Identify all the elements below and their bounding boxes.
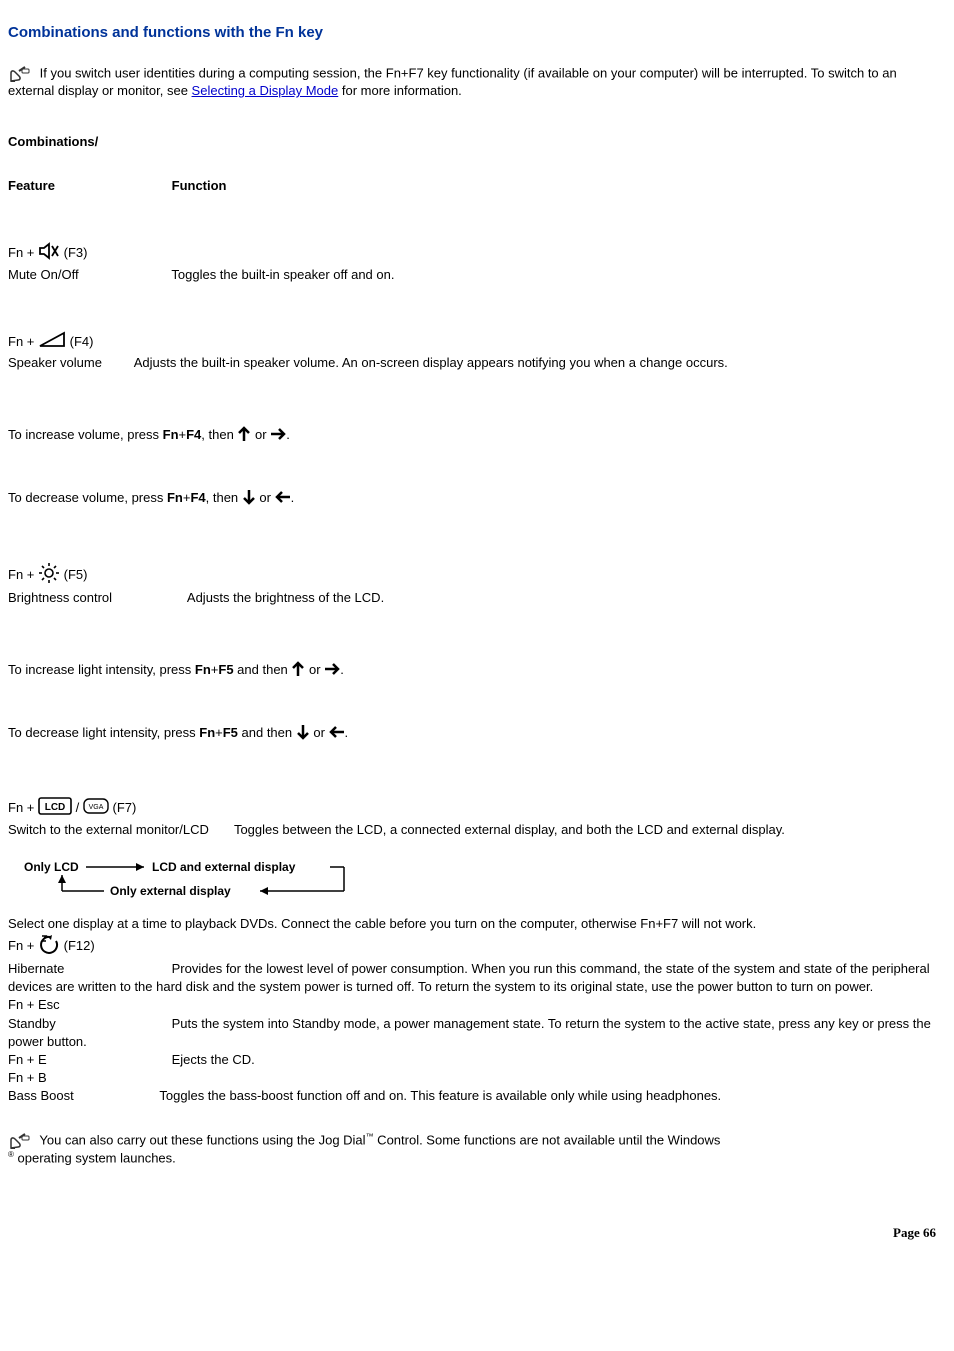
volume-increase: To increase volume, press Fn+F4, then or… bbox=[8, 426, 946, 445]
row-speaker: Fn + (F4) Speaker volume Adjusts the bui… bbox=[8, 331, 946, 372]
display-prefix: Fn + bbox=[8, 800, 38, 815]
row-eject: Fn + E Ejects the CD. bbox=[8, 1051, 946, 1069]
light-decrease: To decrease light intensity, press Fn+F5… bbox=[8, 724, 946, 743]
standby-line1: Fn + Esc bbox=[8, 997, 60, 1012]
brightness-prefix: Fn + bbox=[8, 567, 38, 582]
note-icon bbox=[8, 65, 32, 83]
selecting-display-mode-link[interactable]: Selecting a Display Mode bbox=[192, 83, 339, 98]
bass-feature: Bass Boost bbox=[8, 1087, 156, 1105]
display-feature: Switch to the external monitor/LCD bbox=[8, 822, 209, 837]
hibernate-icon bbox=[38, 933, 60, 960]
page-label: Page bbox=[893, 1225, 923, 1240]
arrow-up-icon bbox=[291, 661, 305, 680]
display-key: (F7) bbox=[112, 800, 136, 815]
page-number: 66 bbox=[923, 1225, 936, 1240]
note2-post: operating system launches. bbox=[14, 1150, 176, 1165]
hibernate-prefix: Fn + bbox=[8, 938, 38, 953]
bass-function: Toggles the bass-boost function off and … bbox=[159, 1088, 721, 1103]
brightness-feature: Brightness control bbox=[8, 589, 184, 607]
row-bass: Fn + B Bass Boost Toggles the bass-boost… bbox=[8, 1069, 946, 1105]
speaker-volume-icon bbox=[38, 331, 66, 354]
row-display: Fn + LCD / VGA (F7) Switch to the extern… bbox=[8, 797, 946, 838]
note-footer: You can also carry out these functions u… bbox=[8, 1132, 946, 1165]
arrow-left-icon bbox=[329, 725, 345, 742]
display-note: Select one display at a time to playback… bbox=[8, 915, 946, 933]
lcd-icon: LCD bbox=[38, 797, 72, 820]
row-standby: Fn + Esc Standby Puts the system into St… bbox=[8, 996, 946, 1051]
brightness-icon bbox=[38, 562, 60, 589]
arrow-left-icon bbox=[275, 490, 291, 507]
volume-decrease: To decrease volume, press Fn+F4, then or… bbox=[8, 489, 946, 508]
eject-function: Ejects the CD. bbox=[172, 1052, 255, 1067]
note-icon bbox=[8, 1132, 32, 1150]
brightness-function: Adjusts the brightness of the LCD. bbox=[187, 590, 384, 605]
arrow-right-icon bbox=[270, 427, 286, 444]
vga-icon: VGA bbox=[83, 798, 109, 819]
eject-line1: Fn + E bbox=[8, 1051, 168, 1069]
svg-text:VGA: VGA bbox=[88, 804, 103, 811]
bass-line1: Fn + B bbox=[8, 1070, 47, 1085]
hibernate-feature: Hibernate bbox=[8, 960, 168, 978]
page-title: Combinations and functions with the Fn k… bbox=[8, 24, 946, 41]
hibernate-key: (F12) bbox=[64, 938, 95, 953]
mute-feature: Mute On/Off bbox=[8, 266, 168, 284]
light-increase: To increase light intensity, press Fn+F5… bbox=[8, 661, 946, 680]
svg-text:LCD: LCD bbox=[45, 802, 66, 813]
speaker-function: Adjusts the built-in speaker volume. An … bbox=[134, 355, 728, 370]
row-brightness: Fn + (F5) Brightness control Adjusts the… bbox=[8, 562, 946, 607]
speaker-prefix: Fn + bbox=[8, 334, 38, 349]
brightness-key: (F5) bbox=[64, 567, 88, 582]
arrow-right-icon bbox=[324, 662, 340, 679]
standby-feature: Standby bbox=[8, 1015, 168, 1033]
display-cycle-diagram: Only LCD LCD and external display Only e… bbox=[8, 857, 946, 901]
note2-mid: Control. Some functions are not availabl… bbox=[374, 1132, 721, 1147]
mute-key: (F3) bbox=[64, 245, 88, 260]
speaker-key: (F4) bbox=[70, 334, 94, 349]
row-hibernate: Fn + (F12) Hibernate Provides for the lo… bbox=[8, 933, 946, 997]
mute-prefix: Fn + bbox=[8, 245, 38, 260]
svg-text:Only LCD: Only LCD bbox=[24, 860, 79, 874]
note-intro: If you switch user identities during a c… bbox=[8, 65, 946, 98]
mute-icon bbox=[38, 241, 60, 266]
arrow-up-icon bbox=[237, 426, 251, 445]
display-slash: / bbox=[76, 800, 83, 815]
mute-function: Toggles the built-in speaker off and on. bbox=[171, 267, 394, 282]
function-heading: Function bbox=[172, 178, 227, 193]
note-text-post: for more information. bbox=[338, 83, 462, 98]
svg-text:LCD and external display: LCD and external display bbox=[152, 860, 296, 874]
svg-text:Only external display: Only external display bbox=[110, 884, 231, 898]
arrow-down-icon bbox=[242, 489, 256, 508]
row-mute: Fn + (F3) Mute On/Off Toggles the built-… bbox=[8, 241, 946, 284]
display-function: Toggles between the LCD, a connected ext… bbox=[234, 822, 785, 837]
tm-symbol: ™ bbox=[366, 1132, 374, 1141]
combinations-heading: Combinations/ bbox=[8, 134, 946, 149]
arrow-down-icon bbox=[296, 724, 310, 743]
speaker-feature: Speaker volume bbox=[8, 355, 102, 370]
page-footer: Page 66 bbox=[8, 1225, 946, 1241]
note2-pre: You can also carry out these functions u… bbox=[39, 1132, 365, 1147]
feature-heading: Feature bbox=[8, 177, 168, 195]
